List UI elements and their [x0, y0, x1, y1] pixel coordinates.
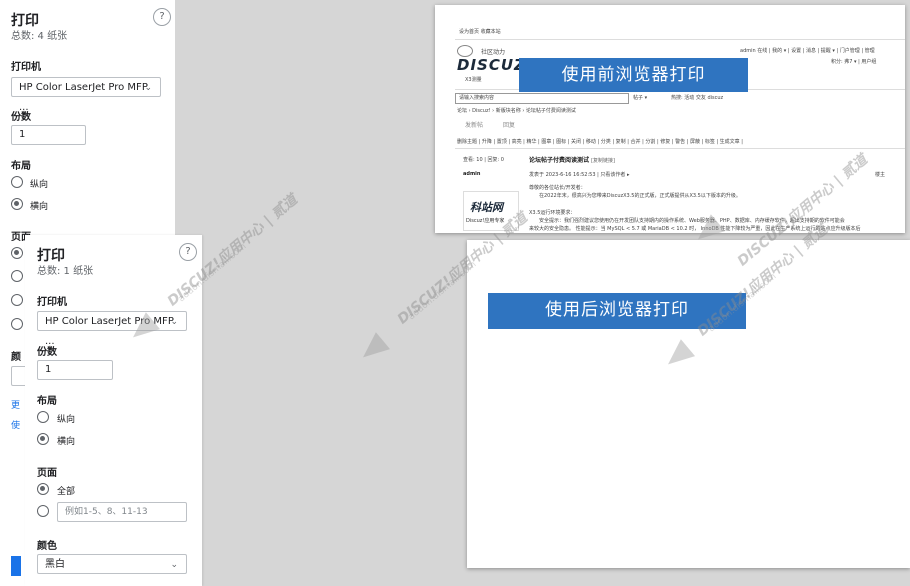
- reply-button[interactable]: 回复: [503, 122, 515, 129]
- preview-after: 使用后浏览器打印: [467, 240, 910, 568]
- env-title: X3.5运行环境要求：: [529, 210, 576, 216]
- site-logo: 科站网 Discuz!应用专家: [463, 191, 519, 231]
- layout-label: 布局: [11, 161, 31, 172]
- printer-select[interactable]: HP Color LaserJet Pro MFP ... ⌄: [11, 77, 161, 113]
- pages-custom-radio[interactable]: [37, 505, 49, 517]
- system-dialog-link[interactable]: 使: [11, 418, 20, 431]
- copies-label: 份数: [37, 347, 57, 358]
- pages-all-label: 全部: [57, 487, 76, 497]
- search-input[interactable]: 请输入搜索内容: [455, 93, 629, 104]
- color-label: 颜色: [37, 541, 57, 552]
- landscape-label: 横向: [30, 202, 49, 212]
- pages-even-radio[interactable]: [11, 318, 23, 330]
- print-dialog-front: 打印 总数: 1 纸张 ? 打印机 HP Color LaserJet Pro …: [25, 235, 202, 586]
- color-select[interactable]: 黑白 ⌄: [37, 554, 187, 574]
- landscape-radio[interactable]: [11, 198, 23, 210]
- help-icon[interactable]: ?: [179, 243, 197, 261]
- pages-label: 页面: [37, 468, 57, 479]
- color-value: 黑白: [45, 559, 65, 570]
- credits: 积分: 弗7 ▾ | 用户组: [831, 59, 877, 65]
- post-line-2: 安全提示：我们强烈建议您使用仍在开发团队支持期内的操作系统、Web服务器、PHP…: [539, 218, 845, 224]
- user-bar: admin 在线 | 我的 ▾ | 设置 | 消息 | 提醒 ▾ | 门户管理 …: [740, 48, 875, 54]
- portrait-label: 纵向: [30, 180, 49, 190]
- pages-custom-radio[interactable]: [11, 270, 23, 282]
- pages-range-input[interactable]: 例如1-5、8、11-13: [57, 502, 187, 522]
- sheet-count: 总数: 1 纸张: [37, 266, 94, 277]
- mod-toolbar: 删除主题 | 升降 | 置顶 | 高亮 | 精华 | 图章 | 图标 | 关闭 …: [457, 139, 743, 145]
- brand-logo: DISCUZ: [457, 56, 526, 74]
- landscape-radio[interactable]: [37, 433, 49, 445]
- after-banner: 使用后浏览器打印: [488, 293, 746, 329]
- portrait-radio[interactable]: [37, 411, 49, 423]
- more-settings-link[interactable]: 更: [11, 398, 20, 411]
- thread-stats: 查看: 10 | 回复: 0: [463, 157, 504, 163]
- top-links: 设为首页 收藏本站: [459, 29, 501, 35]
- chevron-down-icon: ⌄: [144, 83, 152, 93]
- printer-label: 打印机: [37, 297, 67, 308]
- search-type[interactable]: 帖子 ▾: [633, 95, 647, 102]
- nav-item: X3测量: [465, 77, 482, 83]
- copies-input[interactable]: 1: [11, 125, 86, 145]
- new-post-button[interactable]: 发新帖: [465, 122, 483, 129]
- printer-value: HP Color LaserJet Pro MFP ...: [19, 82, 148, 113]
- copies-input[interactable]: 1: [37, 360, 113, 380]
- copies-label: 份数: [11, 112, 31, 123]
- watermark-arrow-icon: [355, 332, 391, 366]
- community-slogan: 社区动力: [481, 49, 506, 56]
- chevron-down-icon: ⌄: [170, 560, 178, 570]
- pages-all-radio[interactable]: [11, 247, 23, 259]
- chevron-down-icon: ⌄: [170, 317, 178, 327]
- post-author: admin: [463, 171, 481, 177]
- landscape-label: 横向: [57, 437, 76, 447]
- printer-label: 打印机: [11, 62, 41, 73]
- post-line-1: 在2022年末，很高兴为您带来DiscuzX3.5的正式版，正式版提供从X3.5…: [539, 193, 741, 199]
- post-greeting: 尊敬的各位站长/开发者：: [529, 185, 586, 191]
- sheet-count: 总数: 4 纸张: [11, 31, 68, 42]
- print-button-fragment[interactable]: [11, 556, 21, 576]
- pages-all-radio[interactable]: [37, 483, 49, 495]
- help-icon[interactable]: ?: [153, 8, 171, 26]
- post-meta: 发表于 2023-6-16 16:52:53 | 只看该作者 ▸: [529, 172, 630, 178]
- portrait-radio[interactable]: [11, 176, 23, 188]
- thread-title: 论坛帖子付费阅读测试 [复制链接]: [529, 157, 616, 164]
- pages-odd-radio[interactable]: [11, 294, 23, 306]
- portrait-label: 纵向: [57, 415, 76, 425]
- printer-select[interactable]: HP Color LaserJet Pro MFP ... ⌄: [37, 311, 187, 347]
- layout-label: 布局: [37, 396, 57, 407]
- before-banner: 使用前浏览器打印: [519, 58, 748, 92]
- breadcrumb: 论坛 › Discuz! › 新版块名称 › 论坛帖子付费阅读测试: [457, 108, 576, 114]
- color-label-fragment: 颜: [11, 352, 21, 363]
- hot-search: 热搜: 活动 交友 discuz: [671, 95, 724, 101]
- preview-before: 设为首页 收藏本站 社区动力 DISCUZ admin 在线 | 我的 ▾ | …: [435, 5, 905, 233]
- floor-label: 楼主: [875, 172, 886, 178]
